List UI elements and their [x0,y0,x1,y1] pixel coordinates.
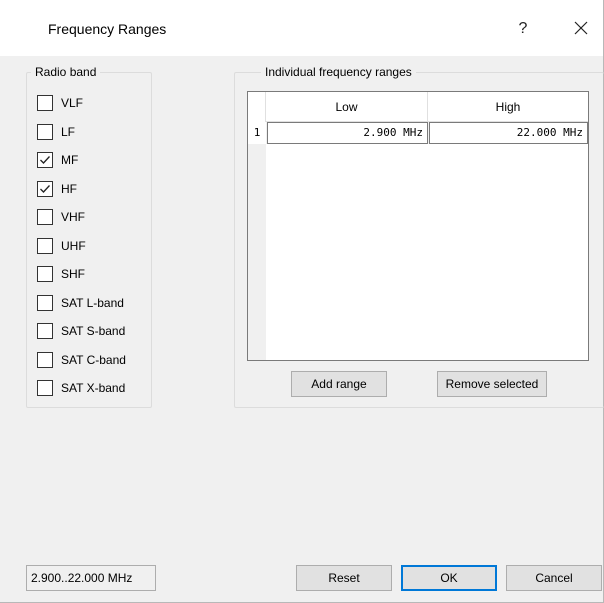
checkbox-unchecked[interactable] [37,237,53,254]
column-header-high[interactable]: High [428,92,588,122]
checkmark-icon [40,184,50,193]
row-header[interactable]: 1 [248,122,266,144]
band-label: SAT X-band [61,381,126,395]
column-header-low[interactable]: Low [266,92,428,122]
band-checkbox-row[interactable]: VHF [37,207,85,227]
band-checkbox-row[interactable]: SAT X-band [37,378,125,398]
checkbox-unchecked[interactable] [37,294,53,311]
checkbox-unchecked[interactable] [37,323,53,339]
help-icon: ? [518,20,528,37]
checkbox-unchecked[interactable] [37,266,53,282]
band-label: SAT S-band [61,324,126,338]
band-label: SAT L-band [61,295,124,310]
band-checkbox-row[interactable]: MF [37,150,78,170]
band-label: VLF [61,96,84,110]
band-checkbox-row[interactable]: SAT S-band [37,321,125,341]
checkbox-checked[interactable] [37,180,53,197]
frequency-ranges-group: Individual frequency ranges Low High 1 2… [234,65,604,408]
range-summary-field: 2.900..22.000 MHz [26,565,156,591]
radio-band-title: Radio band [31,65,101,79]
table-body [266,144,588,360]
add-range-button[interactable]: Add range [291,371,387,397]
cell-low[interactable]: 2.900 MHz [267,122,428,144]
checkbox-unchecked[interactable] [37,209,53,225]
dialog-title: Frequency Ranges [48,21,167,37]
band-label: SAT C-band [61,352,126,367]
table-header: Low High [248,92,588,122]
band-checkbox-row[interactable]: VLF [37,93,83,113]
close-icon [574,21,588,35]
band-label: MF [61,153,79,167]
frequency-ranges-dialog: Frequency Ranges ? Radio band VLF LF MF HF V… [0,0,604,603]
row-header-fill [248,144,266,360]
checkbox-unchecked[interactable] [37,123,53,140]
band-checkbox-row[interactable]: SHF [37,264,85,284]
checkbox-unchecked[interactable] [37,95,53,111]
table-corner[interactable] [248,92,266,122]
band-checkbox-row[interactable]: SAT L-band [37,293,124,313]
help-button[interactable]: ? [508,14,538,44]
ok-button[interactable]: OK [401,565,497,591]
band-label: SHF [61,267,85,281]
checkbox-unchecked[interactable] [37,351,53,368]
band-checkbox-row[interactable]: UHF [37,236,86,256]
checkbox-checked[interactable] [37,152,53,168]
checkmark-icon [40,156,50,164]
remove-selected-button[interactable]: Remove selected [437,371,547,397]
cancel-button[interactable]: Cancel [506,565,602,591]
reset-button[interactable]: Reset [296,565,392,591]
ranges-table: Low High 1 2.900 MHz 22.000 MHz [247,91,589,361]
band-checkbox-row[interactable]: SAT C-band [37,350,126,370]
band-label: UHF [61,238,86,253]
title-bar: Frequency Ranges ? [0,0,603,56]
band-label: VHF [61,210,85,224]
radio-band-group: Radio band VLF LF MF HF VHF UHF SHF SAT L-band S… [26,65,152,408]
band-label: LF [61,124,76,139]
band-checkbox-row[interactable]: LF [37,122,75,142]
checkbox-unchecked[interactable] [37,380,53,396]
cell-high[interactable]: 22.000 MHz [429,122,588,144]
frequency-ranges-title: Individual frequency ranges [261,65,416,79]
close-button[interactable] [566,14,596,44]
band-checkbox-row[interactable]: HF [37,179,77,199]
band-label: HF [61,181,77,196]
